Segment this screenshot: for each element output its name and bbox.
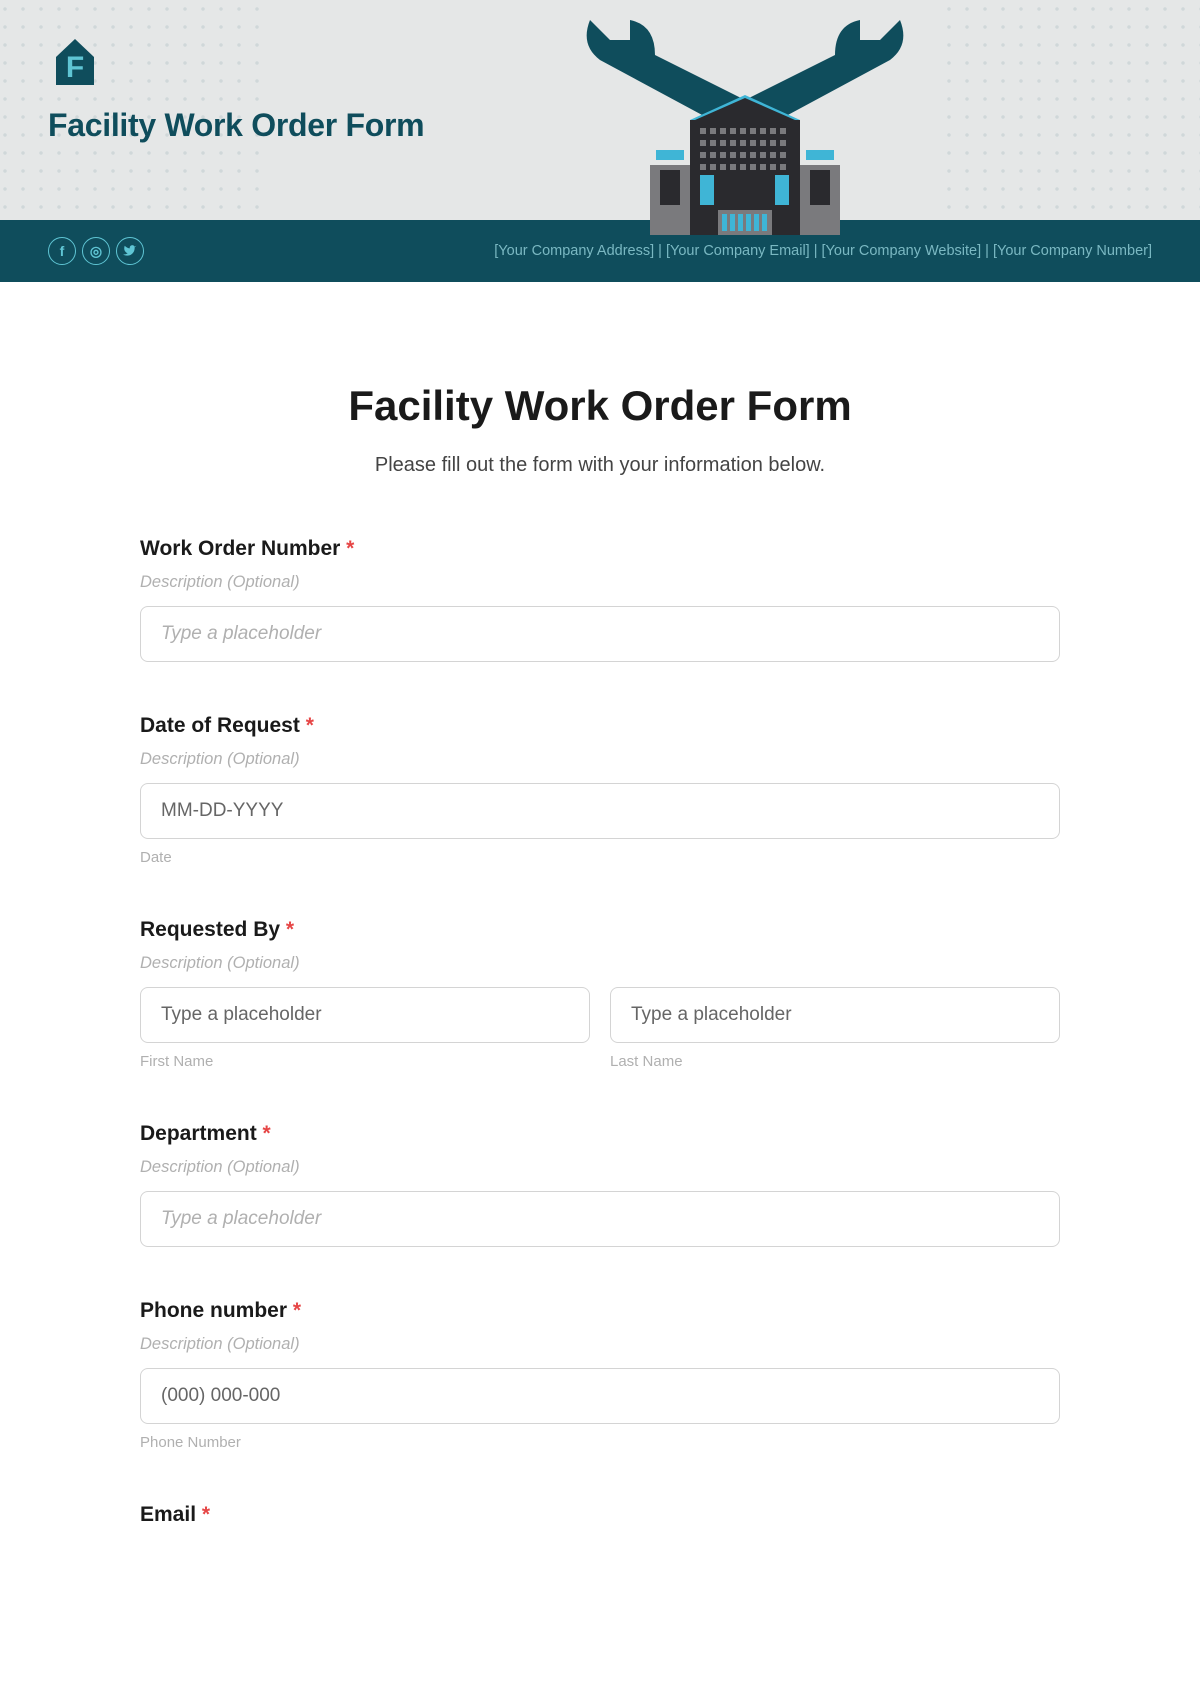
- field-department: Department * Description (Optional): [140, 1122, 1060, 1247]
- field-requested-by: Requested By * Description (Optional) Fi…: [140, 918, 1060, 1070]
- date-request-label: Date of Request *: [140, 714, 1060, 738]
- department-label: Department *: [140, 1122, 1060, 1146]
- requested-by-label: Requested By *: [140, 918, 1060, 942]
- field-email: Email *: [140, 1503, 1060, 1527]
- date-request-input[interactable]: [140, 783, 1060, 839]
- department-desc: Description (Optional): [140, 1158, 1060, 1177]
- requested-by-desc: Description (Optional): [140, 954, 1060, 973]
- twitter-icon[interactable]: [116, 237, 144, 265]
- form-title: Facility Work Order Form: [140, 382, 1060, 430]
- form-container: Facility Work Order Form Please fill out…: [120, 282, 1080, 1619]
- phone-label: Phone number *: [140, 1299, 1060, 1323]
- logo-icon: F: [48, 35, 102, 89]
- first-name-input[interactable]: [140, 987, 590, 1043]
- last-name-input[interactable]: [610, 987, 1060, 1043]
- department-input[interactable]: [140, 1191, 1060, 1247]
- field-phone: Phone number * Description (Optional) Ph…: [140, 1299, 1060, 1451]
- banner: F Facility Work Order Form: [0, 0, 1200, 220]
- work-order-desc: Description (Optional): [140, 573, 1060, 592]
- phone-sublabel: Phone Number: [140, 1434, 1060, 1451]
- svg-text:F: F: [66, 51, 84, 84]
- facebook-icon[interactable]: f: [48, 237, 76, 265]
- date-request-desc: Description (Optional): [140, 750, 1060, 769]
- phone-input[interactable]: [140, 1368, 1060, 1424]
- work-order-label: Work Order Number *: [140, 537, 1060, 561]
- building-graphic-icon: [560, 0, 930, 255]
- social-icons: f ◎: [48, 237, 144, 265]
- field-date-request: Date of Request * Description (Optional)…: [140, 714, 1060, 866]
- instagram-icon[interactable]: ◎: [82, 237, 110, 265]
- work-order-input[interactable]: [140, 606, 1060, 662]
- form-subtitle: Please fill out the form with your infor…: [140, 454, 1060, 477]
- field-work-order: Work Order Number * Description (Optiona…: [140, 537, 1060, 662]
- phone-desc: Description (Optional): [140, 1335, 1060, 1354]
- date-request-sublabel: Date: [140, 849, 1060, 866]
- last-name-sublabel: Last Name: [610, 1053, 1060, 1070]
- email-label: Email *: [140, 1503, 1060, 1527]
- first-name-sublabel: First Name: [140, 1053, 590, 1070]
